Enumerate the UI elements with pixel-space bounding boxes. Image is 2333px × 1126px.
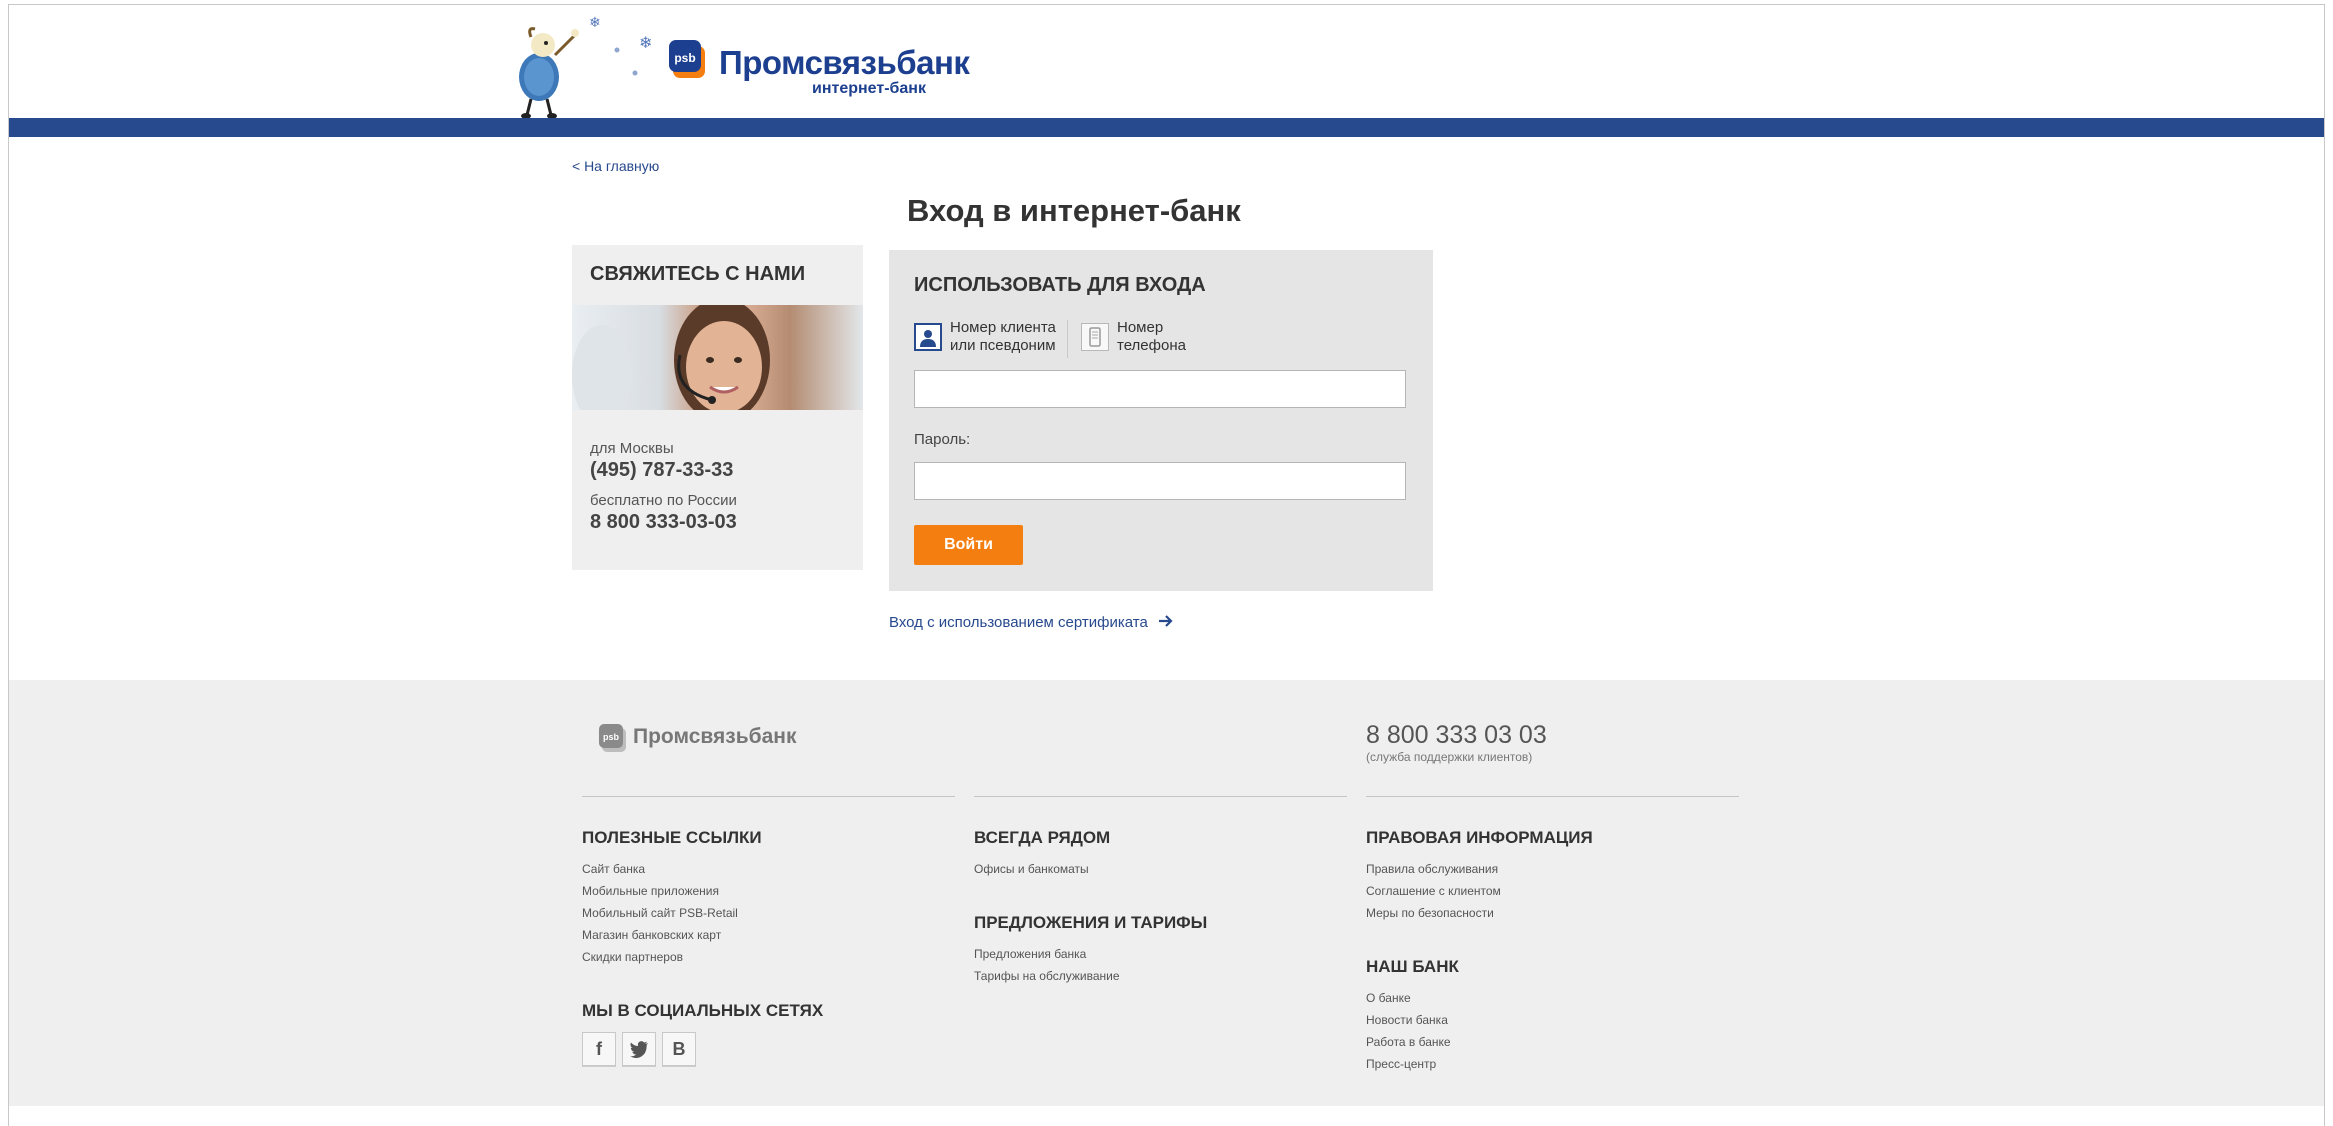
russia-phone: 8 800 333-03-03 [590, 511, 737, 533]
always-near-heading: ВСЕГДА РЯДОМ [974, 828, 1111, 847]
footer-phone: 8 800 333 03 03 [1366, 721, 1547, 749]
certificate-login-label: Вход с использованием сертификата [889, 614, 1148, 631]
login-button[interactable]: Войти [914, 525, 1023, 565]
logo-mark-text: psb [674, 51, 695, 65]
password-label: Пароль: [914, 431, 971, 448]
footer-divider [1366, 796, 1739, 797]
footer-link[interactable]: Офисы и банкоматы [974, 862, 1089, 876]
mode-client-number[interactable]: Номер клиента или псевдоним [914, 319, 1064, 359]
useful-links-heading: ПОЛЕЗНЫЕ ССЫЛКИ [582, 828, 762, 847]
footer-logo-mark-text: psb [603, 732, 620, 742]
back-to-main-link[interactable]: < На главную [572, 158, 659, 174]
header: ❄ ❄ psb Промсвязьбанк интернет-банк [9, 5, 2324, 119]
footer-link[interactable]: Предложения банка [974, 947, 1086, 961]
vkontakte-icon[interactable]: В [662, 1032, 696, 1066]
mode-client-number-label: Номер клиента или псевдоним [950, 319, 1056, 354]
certificate-login-link[interactable]: Вход с использованием сертификата [889, 614, 1174, 631]
russia-label: бесплатно по России [590, 492, 737, 509]
footer-link[interactable]: Мобильный сайт PSB-Retail [582, 906, 738, 920]
offers-heading: ПРЕДЛОЖЕНИЯ И ТАРИФЫ [974, 913, 1208, 932]
footer-bank-name: Промсвязьбанк [633, 725, 797, 748]
footer-divider [582, 796, 955, 797]
social-heading: МЫ В СОЦИАЛЬНЫХ СЕТЯХ [582, 1001, 824, 1020]
twitter-icon[interactable] [622, 1032, 656, 1066]
user-icon [914, 323, 942, 351]
psb-logo-icon: psb [669, 40, 705, 78]
login-heading: ИСПОЛЬЗОВАТЬ ДЛЯ ВХОДА [914, 274, 1206, 296]
support-operator-photo [572, 305, 863, 410]
svg-text:❄: ❄ [589, 15, 601, 30]
mode-phone-number[interactable]: Номер телефона [1081, 319, 1201, 359]
footer-link[interactable]: Меры по безопасности [1366, 906, 1494, 920]
footer-link[interactable]: Пресс-центр [1366, 1057, 1436, 1071]
contact-heading: СВЯЖИТЕСЬ С НАМИ [590, 263, 806, 285]
login-panel: ИСПОЛЬЗОВАТЬ ДЛЯ ВХОДА Номер клиента или… [889, 250, 1433, 591]
bank-subtitle: интернет-банк [812, 80, 926, 97]
mode-phone-number-label: Номер телефона [1117, 319, 1186, 354]
svg-text:❄: ❄ [639, 35, 652, 52]
footer-divider [974, 796, 1347, 797]
legal-heading: ПРАВОВАЯ ИНФОРМАЦИЯ [1366, 828, 1593, 847]
footer-link[interactable]: Сайт банка [582, 862, 645, 876]
mascot-illustration: ❄ ❄ [497, 14, 657, 130]
moscow-phone: (495) 787-33-33 [590, 459, 734, 481]
footer-link[interactable]: О банке [1366, 991, 1411, 1005]
footer: psb Промсвязьбанк 8 800 333 03 03 (служб… [9, 680, 2324, 1106]
header-bar [9, 118, 2324, 137]
footer-link[interactable]: Новости банка [1366, 1013, 1448, 1027]
footer-phone-note: (служба поддержки клиентов) [1366, 750, 1533, 764]
footer-link[interactable]: Правила обслуживания [1366, 862, 1498, 876]
footer-link[interactable]: Соглашение с клиентом [1366, 884, 1501, 898]
facebook-icon[interactable]: f [582, 1032, 616, 1066]
phone-icon [1081, 323, 1109, 351]
footer-link[interactable]: Магазин банковских карт [582, 928, 721, 942]
moscow-label: для Москвы [590, 440, 674, 457]
password-input[interactable] [914, 462, 1406, 500]
contact-panel: СВЯЖИТЕСЬ С НАМИ для Москвы (495) 787-33… [572, 245, 863, 570]
page-title: Вход в интернет-банк [907, 193, 1241, 228]
our-bank-heading: НАШ БАНК [1366, 957, 1459, 976]
footer-link[interactable]: Работа в банке [1366, 1035, 1451, 1049]
login-input[interactable] [914, 370, 1406, 408]
footer-link[interactable]: Тарифы на обслуживание [974, 969, 1120, 983]
arrow-right-icon [1158, 615, 1173, 627]
psb-logo-grey-icon: psb [599, 724, 626, 752]
footer-link[interactable]: Мобильные приложения [582, 884, 719, 898]
footer-link[interactable]: Скидки партнеров [582, 950, 683, 964]
mode-divider [1067, 320, 1068, 358]
bank-name: Промсвязьбанк [719, 44, 970, 81]
